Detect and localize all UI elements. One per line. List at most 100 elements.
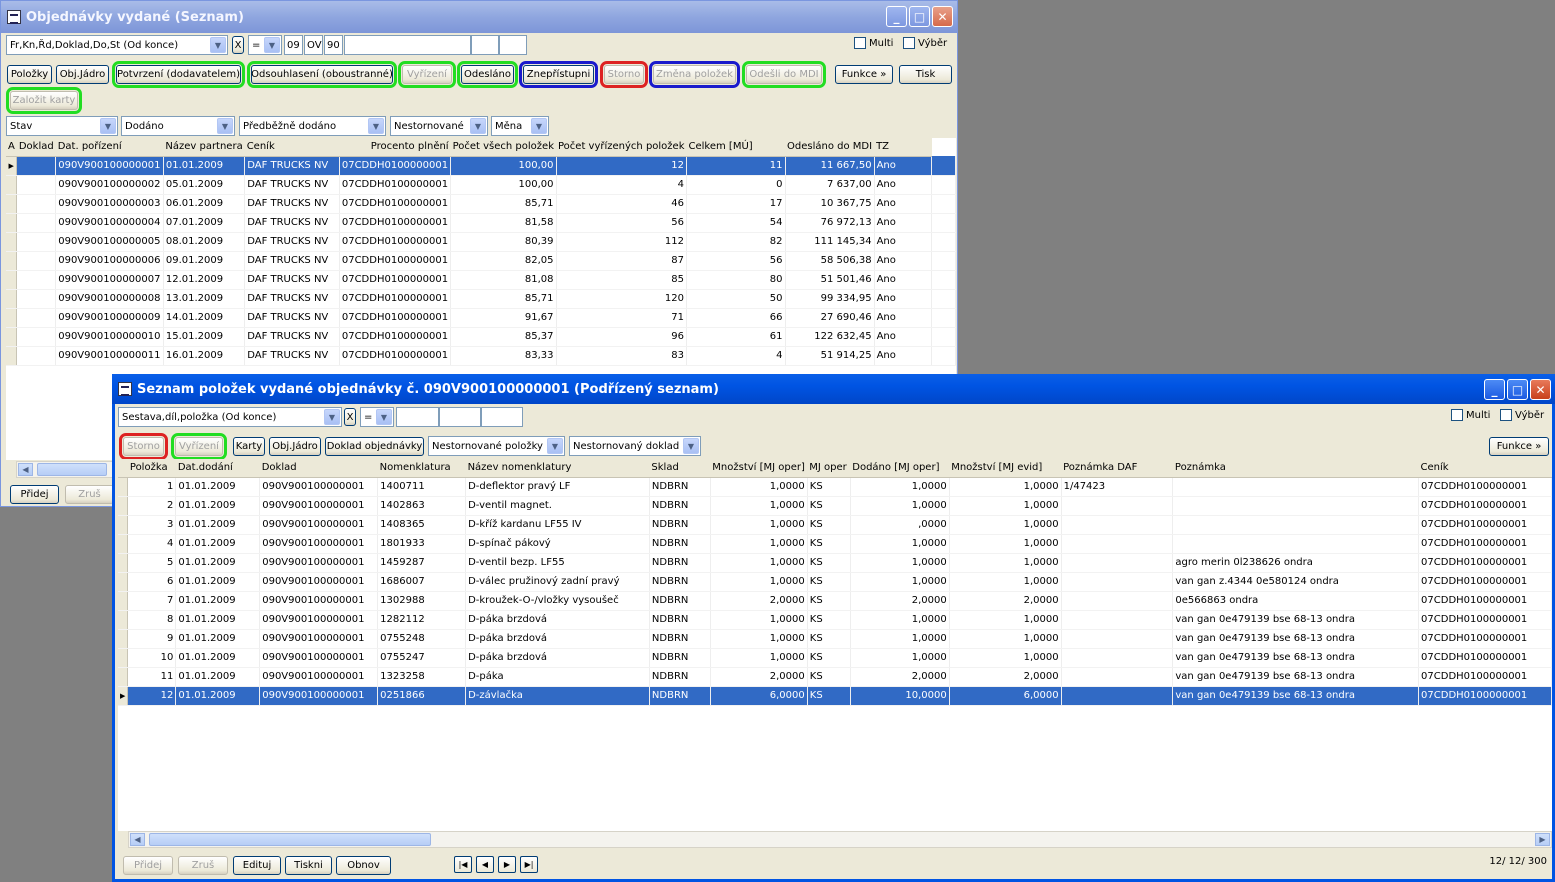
- filter-nestornovany-doklad-combo[interactable]: Nestornovaný doklad ▼: [569, 436, 701, 456]
- items-filter-part-3[interactable]: [481, 407, 523, 427]
- items-sort-combo[interactable]: Sestava,díl,položka (Od konce) ▼: [118, 407, 342, 427]
- table-row[interactable]: 090V900100000003 06.01.2009 DAF TRUCKS NV 0…: [6, 194, 956, 214]
- items-window-titlebar[interactable]: Seznam položek vydané objednávky č. 090V…: [112, 374, 1555, 404]
- items-storno-button[interactable]: Storno: [119, 433, 168, 460]
- funkce-button[interactable]: Funkce »: [835, 65, 893, 84]
- filter-part-5[interactable]: [471, 35, 499, 55]
- table-row[interactable]: 4 01.01.2009 090V900100000001 1801933 D-spín…: [118, 534, 1552, 554]
- items-filter-part-1[interactable]: [396, 407, 439, 427]
- items-col-header[interactable]: Poznámka: [1172, 459, 1419, 478]
- table-row[interactable]: 6 01.01.2009 090V900100000001 1686007 D-vále…: [118, 572, 1552, 592]
- items-col-header[interactable]: Položka: [127, 459, 176, 478]
- zmena-polozek-button[interactable]: Změna položek: [649, 61, 740, 88]
- tisk-button[interactable]: Tisk: [899, 65, 952, 84]
- potvrzeni-button[interactable]: Potvrzení (dodavatelem): [112, 61, 245, 88]
- scroll-thumb[interactable]: [149, 833, 431, 846]
- items-hscroll[interactable]: ◀ ▶: [128, 831, 1552, 848]
- scroll-right-icon[interactable]: ▶: [1535, 833, 1550, 846]
- filter-stav-combo[interactable]: Stav ▼: [6, 116, 118, 136]
- filter-part-2[interactable]: OV: [304, 35, 323, 55]
- items-multi-checkbox[interactable]: Multi: [1451, 409, 1490, 421]
- items-col-header[interactable]: Nomenklatura: [377, 459, 466, 478]
- prev-record-icon[interactable]: ◀: [476, 856, 494, 873]
- items-vyrizeni-button[interactable]: Vyřízení: [171, 433, 227, 460]
- orders-col-header[interactable]: Ceník: [244, 138, 340, 157]
- items-clear-filter-button[interactable]: X: [344, 408, 356, 426]
- scroll-left-icon[interactable]: ◀: [18, 463, 33, 476]
- multi-checkbox-box[interactable]: [854, 37, 866, 49]
- chevron-down-icon[interactable]: ▼: [376, 409, 392, 425]
- items-multi-checkbox-box[interactable]: [1451, 409, 1463, 421]
- clear-filter-button[interactable]: X: [232, 36, 244, 54]
- operator-combo[interactable]: = ▼: [248, 35, 282, 55]
- orders-col-header[interactable]: Dat. pořízení: [55, 138, 164, 157]
- table-row[interactable]: 090V900100000007 12.01.2009 DAF TRUCKS NV 0…: [6, 270, 956, 290]
- chevron-down-icon[interactable]: ▼: [210, 37, 226, 53]
- items-filter-part-2[interactable]: [439, 407, 481, 427]
- table-row[interactable]: 090V900100000006 09.01.2009 DAF TRUCKS NV 0…: [6, 251, 956, 271]
- edituj-button[interactable]: Edituj: [233, 856, 281, 875]
- chevron-down-icon[interactable]: ▼: [470, 118, 486, 134]
- orders-hscroll[interactable]: ◀: [16, 461, 113, 478]
- items-col-header[interactable]: Množství [MJ evid]: [949, 459, 1062, 478]
- chevron-down-icon[interactable]: ▼: [217, 118, 233, 134]
- last-record-icon[interactable]: ▶|: [520, 856, 538, 873]
- filter-part-3[interactable]: 90: [324, 35, 343, 55]
- chevron-down-icon[interactable]: ▼: [683, 438, 699, 454]
- maximize-button[interactable]: □: [909, 6, 930, 27]
- items-col-header[interactable]: Poznámka DAF: [1061, 459, 1173, 478]
- items-grid[interactable]: Položka Dat.dodání Doklad Nomenklatura Název…: [118, 459, 1552, 831]
- table-row[interactable]: 090V900100000008 13.01.2009 DAF TRUCKS NV 0…: [6, 289, 956, 309]
- items-funkce-button[interactable]: Funkce »: [1489, 437, 1549, 456]
- table-row[interactable]: 8 01.01.2009 090V900100000001 1282112 D-páka…: [118, 610, 1552, 630]
- items-col-header[interactable]: Sklad: [649, 459, 711, 478]
- obj-jadro-button[interactable]: Obj.Jádro: [56, 65, 109, 84]
- table-row[interactable]: 090V900100000011 16.01.2009 DAF TRUCKS NV 0…: [6, 346, 956, 366]
- table-row[interactable]: 090V900100000009 14.01.2009 DAF TRUCKS NV 0…: [6, 308, 956, 328]
- zalozit-karty-button[interactable]: Založit karty: [6, 87, 82, 114]
- odsouhlaseni-button[interactable]: Odsouhlasení (oboustranné): [247, 61, 397, 88]
- filter-part-6[interactable]: [499, 35, 527, 55]
- multi-checkbox[interactable]: Multi: [854, 37, 893, 49]
- table-row[interactable]: 3 01.01.2009 090V900100000001 1408365 D-kříž…: [118, 515, 1552, 535]
- odeslano-button[interactable]: Odesláno: [457, 61, 518, 88]
- scroll-thumb[interactable]: [37, 463, 107, 476]
- pridej-button[interactable]: Přidej: [10, 485, 59, 504]
- table-row[interactable]: 2 01.01.2009 090V900100000001 1402863 D-vent…: [118, 496, 1552, 516]
- table-row[interactable]: 7 01.01.2009 090V900100000001 1302988 D-krou…: [118, 591, 1552, 611]
- close-button[interactable]: ✕: [932, 6, 953, 27]
- table-row[interactable]: 090V900100000005 08.01.2009 DAF TRUCKS NV 0…: [6, 232, 956, 252]
- first-record-icon[interactable]: |◀: [454, 856, 472, 873]
- items-col-header[interactable]: Doklad: [259, 459, 378, 478]
- close-button[interactable]: ✕: [1530, 379, 1551, 400]
- items-col-header[interactable]: Množství [MJ oper]: [710, 459, 808, 478]
- maximize-button[interactable]: □: [1507, 379, 1528, 400]
- filter-dodano-combo[interactable]: Dodáno ▼: [121, 116, 235, 136]
- table-row[interactable]: 11 01.01.2009 090V900100000001 1323258 D-pák…: [118, 667, 1552, 687]
- items-vyber-checkbox[interactable]: Výběr: [1500, 409, 1544, 421]
- table-row[interactable]: ▶ 090V900100000001 01.01.2009 DAF TRUCKS NV…: [6, 156, 956, 176]
- orders-col-header[interactable]: Procento plnění: [339, 138, 451, 157]
- zrus-button[interactable]: Zruš: [65, 485, 114, 504]
- polozky-button[interactable]: Položky: [7, 65, 52, 84]
- vyber-checkbox[interactable]: Výběr: [903, 37, 947, 49]
- items-vyber-checkbox-box[interactable]: [1500, 409, 1512, 421]
- chevron-down-icon[interactable]: ▼: [368, 118, 384, 134]
- table-row[interactable]: 090V900100000002 05.01.2009 DAF TRUCKS NV 0…: [6, 175, 956, 195]
- doklad-objednavky-button[interactable]: Doklad objednávky: [325, 437, 424, 456]
- chevron-down-icon[interactable]: ▼: [324, 409, 340, 425]
- minimize-button[interactable]: _: [886, 6, 907, 27]
- chevron-down-icon[interactable]: ▼: [100, 118, 116, 134]
- orders-col-header[interactable]: Odesláno do MDI: [785, 138, 875, 157]
- orders-col-header[interactable]: Doklad: [16, 138, 56, 157]
- filter-predbezne-combo[interactable]: Předběžně dodáno ▼: [239, 116, 386, 136]
- items-operator-combo[interactable]: = ▼: [360, 407, 394, 427]
- chevron-down-icon[interactable]: ▼: [264, 37, 280, 53]
- table-row[interactable]: 5 01.01.2009 090V900100000001 1459287 D-vent…: [118, 553, 1552, 573]
- items-karty-button[interactable]: Karty: [233, 437, 265, 456]
- filter-part-4[interactable]: [344, 35, 471, 55]
- orders-col-header[interactable]: Počet vyřízených položek: [556, 138, 687, 157]
- items-pridej-button[interactable]: Přidej: [123, 856, 173, 875]
- vyrizeni-button[interactable]: Vyřízení: [398, 61, 456, 88]
- orders-col-header[interactable]: Celkem [MÚ]: [686, 138, 786, 157]
